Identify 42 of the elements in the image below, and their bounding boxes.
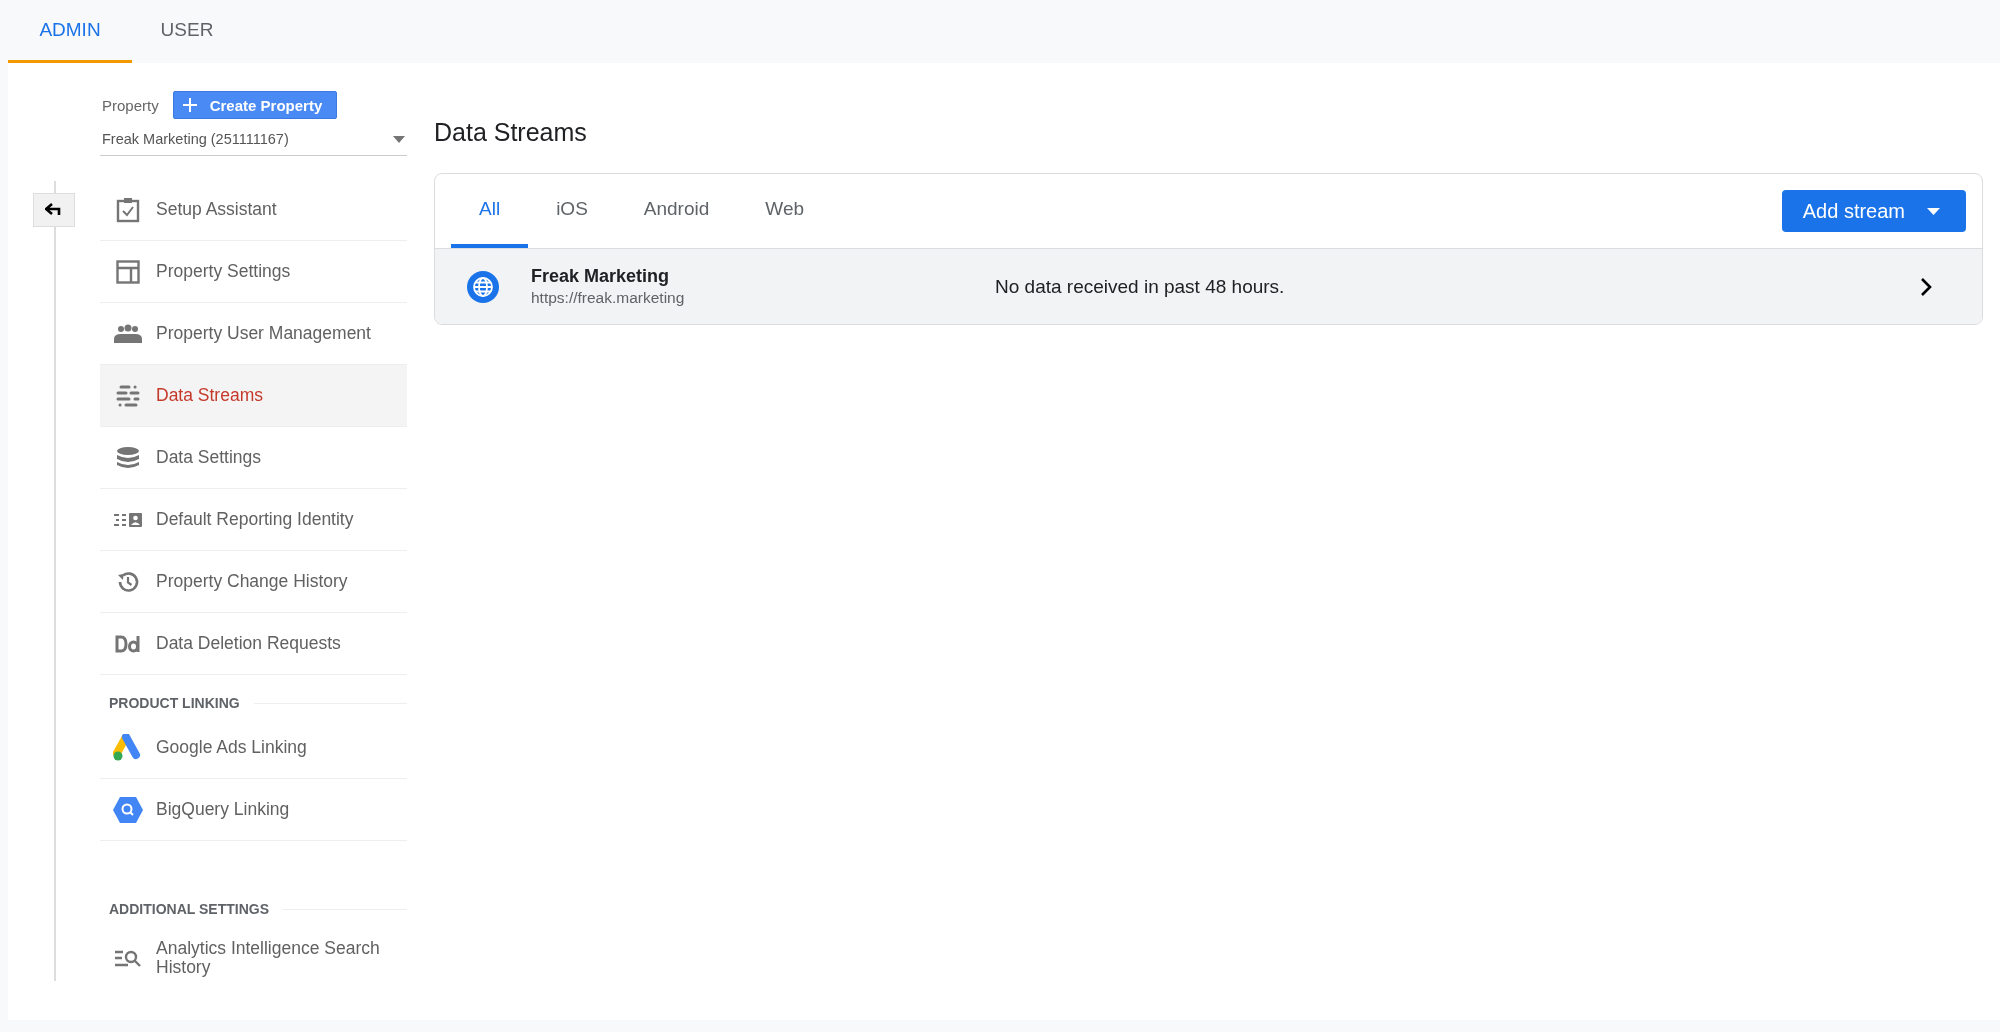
back-arrow-icon [45, 203, 63, 217]
section-heading: PRODUCT LINKING [109, 695, 240, 711]
streams-icon [116, 383, 140, 408]
stream-status: No data received in past 48 hours. [995, 275, 1286, 298]
sidebar-item[interactable]: Data Deletion Requests [100, 613, 407, 675]
sidebar-item[interactable]: BigQuery Linking [100, 779, 407, 841]
filter-tab[interactable]: Android [615, 174, 738, 248]
dropdown-caret-icon [393, 135, 405, 143]
hexagon-search-icon [112, 795, 144, 824]
filter-tab[interactable]: iOS [528, 174, 616, 248]
sidebar-item[interactable]: Google Ads Linking [100, 717, 407, 779]
clipboard-check-icon [116, 196, 140, 223]
admin-tab[interactable]: USER [132, 0, 242, 63]
sidebar-item[interactable]: Data Streams [100, 365, 407, 427]
section-heading: ADDITIONAL SETTINGS [109, 901, 269, 917]
sidebar-item[interactable]: Data Settings [100, 427, 407, 489]
layout-icon [116, 259, 140, 284]
back-button[interactable] [33, 193, 75, 227]
filter-tab[interactable]: Web [737, 174, 833, 248]
sidebar-item[interactable]: Property Change History [100, 551, 407, 613]
triangle-logo-icon [113, 733, 143, 762]
property-select[interactable]: Freak Marketing (251111167) [100, 131, 407, 156]
id-card-icon [113, 511, 143, 528]
people-icon [113, 323, 143, 344]
globe-icon [467, 270, 499, 303]
stream-name: Freak Marketing [531, 266, 671, 287]
caret-icon [1927, 207, 1940, 215]
stream-row[interactable]: Freak Marketing https://freak.marketing No data received in past 48 hours. [435, 249, 1982, 324]
database-icon [116, 445, 140, 470]
sidebar-item[interactable]: Default Reporting Identity [100, 489, 407, 551]
sidebar-item[interactable]: Setup Assistant [100, 179, 407, 241]
plus-icon [181, 97, 198, 113]
add-stream-button[interactable]: Add stream [1781, 190, 1966, 232]
stream-url: https://freak.marketing [531, 289, 686, 307]
page-title: Data Streams [434, 118, 588, 147]
sidebar-item[interactable]: Property Settings [100, 241, 407, 303]
property-label: Property [102, 96, 159, 114]
dd-letters-icon [115, 634, 141, 653]
sidebar-item[interactable]: Analytics Intelligence Search History [100, 923, 407, 993]
create-property-button[interactable]: Create Property [172, 91, 338, 119]
history-icon [116, 569, 140, 594]
chevron-right-icon [1920, 276, 1932, 297]
